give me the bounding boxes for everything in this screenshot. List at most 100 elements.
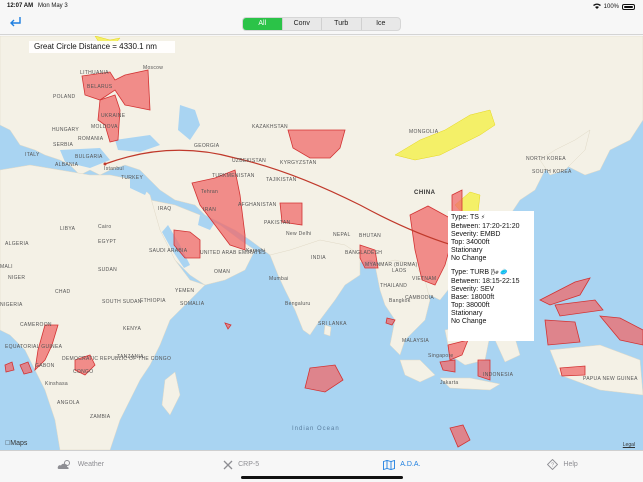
map-label: CAMEROON xyxy=(20,322,52,328)
map-label: VIETNAM xyxy=(412,276,437,282)
map-label: GABON xyxy=(35,363,55,369)
map-label: UZBEKISTAN xyxy=(232,158,267,164)
map-label: LAOS xyxy=(392,268,407,274)
sigmet-ts-info: Type: TS ⚡ Between: 17:20-21:20 Severity… xyxy=(451,214,531,262)
status-right: 100% xyxy=(592,3,635,11)
nav-bar: All Conv Turb Ice xyxy=(0,13,643,35)
map-label: PAKISTAN xyxy=(264,220,291,226)
sigmet-movement: Stationary xyxy=(451,246,483,254)
help-icon: ? xyxy=(547,459,559,470)
sigmet-between: Between: 17:20-21:20 xyxy=(451,222,520,230)
map-label: INDONESIA xyxy=(483,372,514,378)
sigmet-between: Between: 18:15-22:15 xyxy=(451,278,520,286)
home-indicator xyxy=(241,476,403,479)
map-label: IRAN xyxy=(203,207,217,213)
map-label: KENYA xyxy=(123,326,142,332)
sigmet-top: Top: 34000ft xyxy=(451,238,490,246)
map-label: Singapore xyxy=(428,353,454,359)
sigmet-change: No Change xyxy=(451,254,487,262)
map-label: CHAD xyxy=(55,289,71,295)
map-icon xyxy=(383,459,396,470)
map-label: HUNGARY xyxy=(52,127,80,133)
map-label: Istanbul xyxy=(104,166,124,172)
sigmet-turb-info: Type: TURB 🌬 🥏 Between: 18:15-22:15 Seve… xyxy=(451,269,531,325)
map-label: New Delhi xyxy=(286,231,312,237)
map-label: MALAYSIA xyxy=(402,338,430,344)
map-label: SAUDI ARABIA xyxy=(149,248,188,254)
sigmet-severity: Severity: EMBD xyxy=(451,230,501,238)
battery-icon xyxy=(622,4,635,10)
tab-ada[interactable]: A.D.A. xyxy=(322,451,483,478)
map-label: MALI xyxy=(0,264,13,270)
map-label: Kinshasa xyxy=(45,381,68,387)
map-label: Cairo xyxy=(98,224,112,230)
tab-weather[interactable]: Weather xyxy=(0,451,161,478)
map-label: INDIA xyxy=(311,255,326,261)
tab-label: CRP-5 xyxy=(238,461,260,468)
map-label: BANGLADESH xyxy=(345,250,383,256)
sigmet-severity: Severity: SEV xyxy=(451,286,495,294)
map-label: NEPAL xyxy=(333,232,351,238)
status-bar: 12:07 AM Mon May 3 100% xyxy=(0,0,643,13)
map-label: BULGARIA xyxy=(75,154,103,160)
map-label: DEMOCRATIC REPUBLIC OF THE CONGO xyxy=(62,356,172,362)
map-label: ITALY xyxy=(25,152,40,158)
turbulence-icon: 🌬 🥏 xyxy=(490,270,508,277)
map-canvas xyxy=(0,36,643,450)
map-label: SUDAN xyxy=(98,267,118,273)
map-label: CONGO xyxy=(73,369,94,375)
map-label: AFGHANISTAN xyxy=(238,202,277,208)
map-label: LIBYA xyxy=(60,226,76,232)
tab-label: Weather xyxy=(77,461,105,468)
map-label: POLAND xyxy=(53,94,76,100)
map-label: PAPUA NEW GUINEA xyxy=(583,376,638,382)
tab-label: Help xyxy=(563,461,578,468)
map-label: NIGERIA xyxy=(0,302,23,308)
tab-crp5[interactable]: CRP-5 xyxy=(161,451,322,478)
svg-text:?: ? xyxy=(551,463,554,469)
screen: 12:07 AM Mon May 3 100% All Conv Turb Ic… xyxy=(0,0,643,482)
back-arrow-icon[interactable] xyxy=(9,16,23,30)
map-label: ALBANIA xyxy=(55,162,79,168)
map-label: NORTH KOREA xyxy=(526,156,566,162)
map-label: KAZAKHSTAN xyxy=(252,124,288,130)
map-label: BHUTAN xyxy=(359,233,381,239)
map-label: SOUTH KOREA xyxy=(532,169,572,175)
map-label: MOLDOVA xyxy=(91,124,118,130)
tab-label: A.D.A. xyxy=(400,461,421,468)
segment-conv[interactable]: Conv xyxy=(283,18,322,30)
map-label: ZAMBIA xyxy=(90,414,111,420)
map-label: TURKMENISTAN xyxy=(212,173,255,179)
sigmet-change: No Change xyxy=(451,317,487,325)
map-label: ALGERIA xyxy=(5,241,29,247)
map-label: MONGOLIA xyxy=(409,129,439,135)
map-label: OMAN xyxy=(214,269,231,275)
map-label: Moscow xyxy=(143,65,164,71)
map-view[interactable]: Moscow LITHUANIA BELARUS POLAND UKRAINE … xyxy=(0,36,643,450)
map-label: Bengaluru xyxy=(285,301,311,307)
map-label: TURKEY xyxy=(121,175,144,181)
map-label: SOMALIA xyxy=(180,301,205,307)
sigmet-movement: Stationary xyxy=(451,309,483,317)
map-label: Jakarta xyxy=(440,380,459,386)
map-label: SOUTH SUDAN xyxy=(102,299,142,305)
sigmet-type: Type: TURB xyxy=(451,269,489,277)
map-label: EQUATORIAL GUINEA xyxy=(5,344,63,350)
map-label: LITHUANIA xyxy=(80,70,109,76)
wrench-icon xyxy=(223,460,233,470)
sigmet-base: Base: 18000ft xyxy=(451,294,495,302)
legal-link[interactable]: Legal xyxy=(623,442,635,448)
map-label: ETHIOPIA xyxy=(140,298,166,304)
map-label: Indian Ocean xyxy=(292,426,340,432)
tab-help[interactable]: ? Help xyxy=(482,451,643,478)
apple-maps-logo: Maps xyxy=(5,440,27,447)
segment-all[interactable]: All xyxy=(243,18,283,30)
map-label: EGYPT xyxy=(98,239,117,245)
status-time: 12:07 AM xyxy=(7,3,34,9)
map-label: SRI LANKA xyxy=(318,321,347,327)
segment-turb[interactable]: Turb xyxy=(322,18,362,30)
sigmet-callout[interactable]: Type: TS ⚡ Between: 17:20-21:20 Severity… xyxy=(448,211,534,341)
map-label: NIGER xyxy=(8,275,26,281)
battery-text: 100% xyxy=(603,4,619,10)
segment-ice[interactable]: Ice xyxy=(362,18,401,30)
